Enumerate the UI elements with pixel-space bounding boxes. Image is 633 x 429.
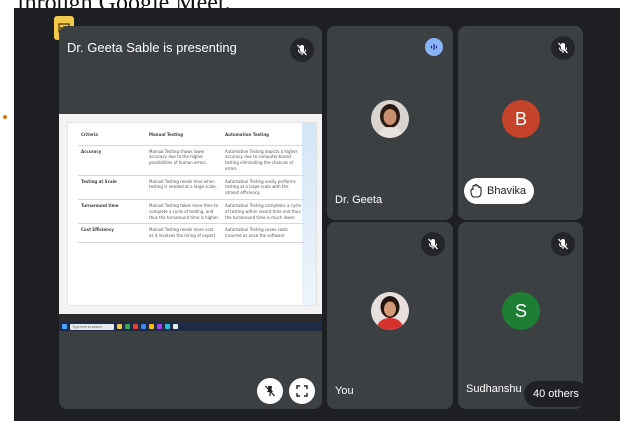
presentation-tile[interactable]: Dr. Geeta Sable is presenting Criteria M… <box>59 26 322 409</box>
table-row: Accuracy Manual Testing shows lower accu… <box>78 145 304 176</box>
audio-wave-icon <box>425 38 443 56</box>
taskbar-app-icon <box>157 324 162 329</box>
avatar-geeta <box>371 100 409 138</box>
taskbar-app-icon <box>149 324 154 329</box>
table-header: Manual Testing <box>146 129 222 146</box>
hand-raiser-name: Bhavika <box>487 185 527 197</box>
windows-start-icon <box>62 324 67 329</box>
participant-name: Dr. Geeta <box>335 194 383 206</box>
taskbar-app-icon <box>133 324 138 329</box>
avatar-bhavika: B <box>502 100 540 138</box>
taskbar-app-icon <box>125 324 130 329</box>
table-cell: Manual Testing shows lower accuracy due … <box>146 145 222 176</box>
table-cell: Cost Efficiency <box>78 223 146 244</box>
participant-tile-others[interactable]: S Sudhanshu 40 others <box>458 222 583 409</box>
avatar-sudhanshu: S <box>502 292 540 330</box>
avatar-you <box>371 292 409 330</box>
table-cell: Automation Testing completes a cycle of … <box>222 199 304 225</box>
participant-tile-bhavika[interactable]: B Bhavika <box>458 26 583 220</box>
taskbar-app-icon <box>117 324 122 329</box>
edge-indicator <box>3 115 7 119</box>
participant-tile-you[interactable]: You <box>327 222 453 409</box>
table-cell: Turnaround time <box>78 199 146 225</box>
table-cell: Automation Testing depicts a higher accu… <box>222 145 304 176</box>
table-row: Turnaround time Manual Testing takes mor… <box>78 199 304 225</box>
participant-tile-geeta[interactable]: Dr. Geeta <box>327 26 453 220</box>
table-cell: Manual Testing needs more cost as it inv… <box>146 223 222 244</box>
others-count-button[interactable]: 40 others <box>524 381 583 407</box>
table-cell: Manual Testing needs time when testing i… <box>146 175 222 201</box>
table-header-row: Criteria Manual Testing Automation Testi… <box>78 129 304 146</box>
mic-off-icon <box>551 36 575 60</box>
table-cell: Accuracy <box>78 145 146 176</box>
meet-stage: Dr. Geeta Sable is presenting Criteria M… <box>14 8 620 421</box>
presenting-label: Dr. Geeta Sable is presenting <box>67 40 237 55</box>
taskbar-app-icon <box>173 324 178 329</box>
table-row: Testing at Scale Manual Testing needs ti… <box>78 175 304 201</box>
raised-hand-chip: Bhavika <box>464 178 535 204</box>
taskbar-app-icon <box>165 324 170 329</box>
raised-hand-icon <box>470 183 482 198</box>
unpin-button[interactable] <box>257 378 283 404</box>
table-cell: Testing at Scale <box>78 175 146 201</box>
slide-accent-bar <box>302 123 316 305</box>
taskbar-app-icon <box>141 324 146 329</box>
slide-content: Criteria Manual Testing Automation Testi… <box>67 122 317 306</box>
mic-off-icon <box>551 232 575 256</box>
unpin-icon <box>265 385 275 397</box>
participant-name: Sudhanshu <box>466 383 522 395</box>
shared-slide: Criteria Manual Testing Automation Testi… <box>59 114 322 314</box>
table-header: Automation Testing <box>222 129 304 146</box>
table-cell: Automation Testing saves costs incurred … <box>222 223 304 244</box>
presenter-status-strip <box>59 314 322 322</box>
fullscreen-icon <box>296 385 308 397</box>
taskbar-search: Type here to search <box>70 323 114 330</box>
table-row: Cost Efficiency Manual Testing needs mor… <box>78 223 304 244</box>
fullscreen-button[interactable] <box>289 378 315 404</box>
table-header: Criteria <box>78 129 146 146</box>
mic-off-icon <box>421 232 445 256</box>
comparison-table: Criteria Manual Testing Automation Testi… <box>78 129 304 244</box>
table-cell: Automation Testing easily performs testi… <box>222 175 304 201</box>
mic-off-icon <box>290 38 314 62</box>
table-cell: Manual Testing takes more time to comple… <box>146 199 222 225</box>
participant-name: You <box>335 385 354 397</box>
presenter-taskbar: Type here to search <box>59 322 322 331</box>
